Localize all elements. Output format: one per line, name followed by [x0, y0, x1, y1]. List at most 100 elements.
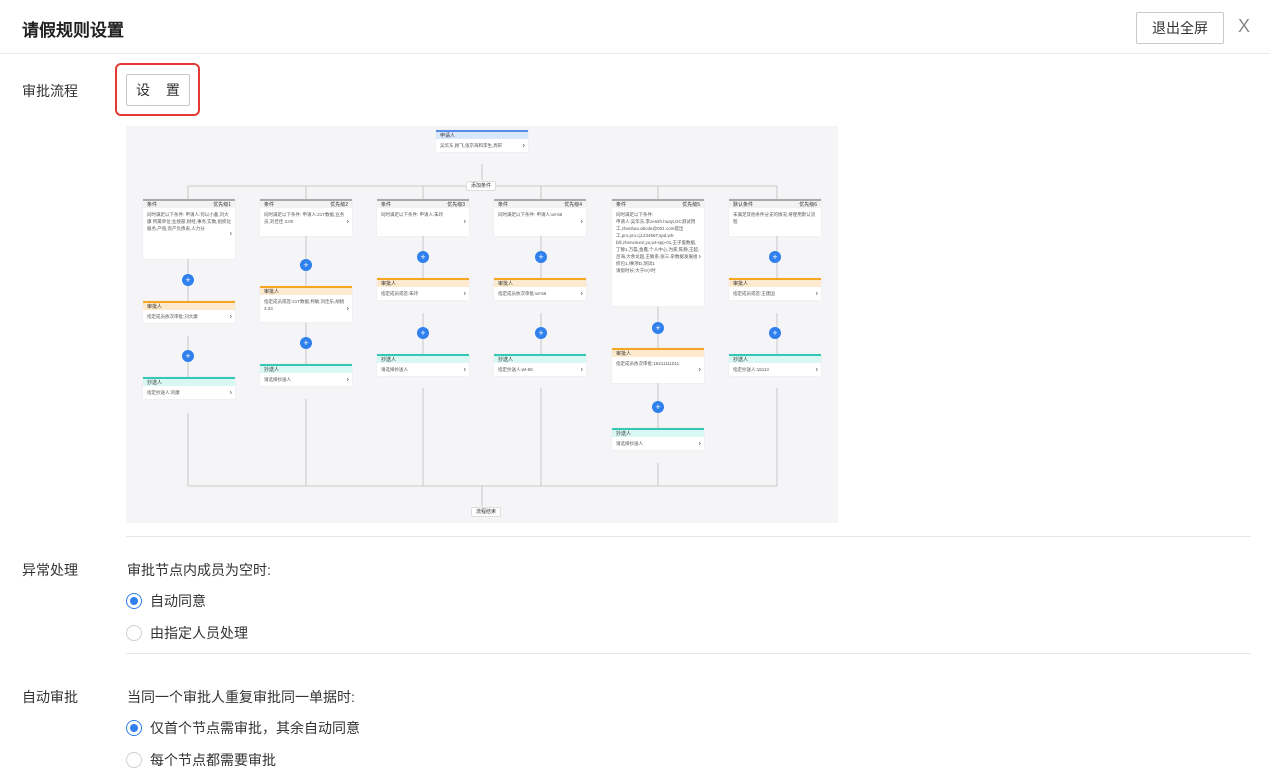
cc-head: 抄送人: [729, 354, 821, 363]
chevron-right-icon: ›: [229, 230, 232, 237]
chevron-right-icon: ›: [346, 218, 349, 226]
condition-head: 条件: [498, 202, 509, 208]
radio-unchecked-icon[interactable]: [126, 752, 142, 768]
cc-head: 抄送人: [494, 354, 586, 363]
chevron-right-icon: ›: [698, 440, 701, 447]
radio-checked-icon[interactable]: [126, 720, 142, 736]
cc-node-4[interactable]: 抄送人 指定抄送人:wt-56 ›: [494, 354, 586, 376]
approver-head: 审批人: [494, 278, 586, 287]
add-node-plus-icon[interactable]: +: [769, 251, 781, 263]
condition-node-1[interactable]: 条件 优先级1 同时满足以下条件: 申请人:何以小童,刘大康 所属单位:业绩部,财…: [143, 199, 235, 259]
chevron-right-icon: ›: [463, 366, 466, 373]
add-node-plus-icon[interactable]: +: [535, 327, 547, 339]
radio-label: 每个节点都需要审批: [150, 752, 276, 768]
section-divider: [126, 536, 1251, 537]
condition-body: 同时满足以下条件: 申请人:朱玲: [381, 212, 444, 217]
add-node-plus-icon[interactable]: +: [300, 337, 312, 349]
priority-label: 优先级4: [564, 202, 582, 208]
page-title: 请假规则设置: [22, 21, 124, 40]
approver-body: 指定成员依次审批:刘大康: [147, 314, 198, 319]
condition-node-6[interactable]: 默认条件 优先级6 未满足其他条件分支的情况,将使用默认流程: [729, 199, 821, 236]
add-node-plus-icon[interactable]: +: [769, 327, 781, 339]
radio-designated-handler[interactable]: 由指定人员处理: [126, 623, 248, 643]
radio-label: 自动同意: [150, 593, 206, 609]
starter-node[interactable]: 申请人 吴华东,顾飞,张京海和李生,周轩 ›: [436, 130, 528, 152]
priority-label: 优先级2: [330, 202, 348, 208]
add-condition-button[interactable]: 添加条件: [466, 181, 497, 191]
radio-label: 仅首个节点需审批，其余自动同意: [150, 720, 360, 736]
radio-checked-icon[interactable]: [126, 593, 142, 609]
add-node-plus-icon[interactable]: +: [652, 322, 664, 334]
condition-body: 未满足其他条件分支的情况,将使用默认流程: [733, 212, 816, 224]
chevron-right-icon: ›: [346, 376, 349, 383]
approver-body: 指定成员依次审批:15211111011: [616, 361, 680, 366]
chevron-right-icon: ›: [580, 290, 583, 297]
approver-head: 审批人: [729, 278, 821, 287]
radio-first-node-only[interactable]: 仅首个节点需审批，其余自动同意: [126, 718, 360, 738]
priority-label: 优先级1: [213, 202, 231, 208]
cc-body: 指定抄送人:刘康: [147, 390, 180, 395]
radio-unchecked-icon[interactable]: [126, 625, 142, 641]
cc-body: 请选择抄送人: [264, 377, 291, 382]
approver-node-4[interactable]: 审批人 指定成员依次审批:wt-56 ›: [494, 278, 586, 300]
approver-head: 审批人: [612, 348, 704, 357]
approver-body: 指定成员或签:王建国: [733, 291, 775, 296]
add-node-plus-icon[interactable]: +: [182, 274, 194, 286]
flow-diagram: 申请人 吴华东,顾飞,张京海和李生,周轩 › 添加条件 条件 优先级1 同时满足以下…: [126, 126, 838, 523]
cc-node-6[interactable]: 抄送人 指定抄送人:15113 ›: [729, 354, 821, 376]
cc-node-5[interactable]: 抄送人 请选择抄送人 ›: [612, 428, 704, 450]
auto-approval-question: 当同一个审批人重复审批同一单据时:: [127, 689, 355, 705]
chevron-right-icon: ›: [463, 290, 466, 297]
chevron-right-icon: ›: [346, 305, 349, 312]
approver-node-5[interactable]: 审批人 指定成员依次审批:15211111011 ›: [612, 348, 704, 383]
chevron-right-icon: ›: [580, 366, 583, 373]
approver-node-6[interactable]: 审批人 指定成员或签:王建国 ›: [729, 278, 821, 300]
auto-approval-label: 自动审批: [22, 689, 78, 705]
approver-body: 指定成员或签:朱玲: [381, 291, 419, 296]
radio-every-node[interactable]: 每个节点都需要审批: [126, 750, 276, 770]
starter-body: 吴华东,顾飞,张京海和李生,周轩: [440, 143, 503, 148]
priority-label: 优先级5: [682, 202, 700, 208]
approver-node-1[interactable]: 审批人 指定成员依次审批:刘大康 ›: [143, 301, 235, 323]
approver-node-3[interactable]: 审批人 指定成员或签:朱玲 ›: [377, 278, 469, 300]
cc-node-2[interactable]: 抄送人 请选择抄送人 ›: [260, 364, 352, 386]
condition-body: 同时满足以下条件: 申请人:何以小童,刘大康 所属单位:业绩部,财经,事务,实数…: [147, 212, 231, 231]
page-header: 请假规则设置 退出全屏 X: [0, 0, 1270, 54]
add-node-plus-icon[interactable]: +: [300, 259, 312, 271]
cc-body: 指定抄送人:15113: [733, 367, 769, 372]
cc-head: 抄送人: [377, 354, 469, 363]
condition-node-4[interactable]: 条件 优先级4 同时满足以下条件: 申请人:wt-56 ›: [494, 199, 586, 236]
condition-head: 条件: [147, 202, 158, 208]
starter-head: 申请人: [436, 130, 528, 139]
chevron-right-icon: ›: [815, 366, 818, 373]
radio-label: 由指定人员处理: [150, 625, 248, 641]
add-node-plus-icon[interactable]: +: [535, 251, 547, 263]
cc-node-1[interactable]: 抄送人 指定抄送人:刘康 ›: [143, 377, 235, 399]
set-flow-button[interactable]: 设 置: [126, 74, 190, 106]
approver-head: 审批人: [377, 278, 469, 287]
close-icon[interactable]: X: [1238, 16, 1250, 37]
chevron-right-icon: ›: [229, 313, 232, 320]
exception-question: 审批节点内成员为空时:: [127, 562, 271, 578]
condition-node-2[interactable]: 条件 优先级2 同时满足以下条件: 申请人:21T数据,业务员,刘佳佳 3.00 ›: [260, 199, 352, 236]
approver-body: 指定成员依次审批:wt-56: [498, 291, 547, 296]
radio-auto-agree[interactable]: 自动同意: [126, 591, 206, 611]
add-node-plus-icon[interactable]: +: [417, 327, 429, 339]
flow-end-label: 流程结束: [471, 507, 502, 517]
approver-node-2[interactable]: 审批人 指定成员或签:21T数据,柯敏,刘佳乐,胡桃3.33 ›: [260, 286, 352, 322]
cc-body: 指定抄送人:wt-56: [498, 367, 533, 372]
approver-body: 指定成员或签:21T数据,柯敏,刘佳乐,胡桃3.33: [264, 299, 345, 311]
cc-node-3[interactable]: 抄送人 请选择抄送人 ›: [377, 354, 469, 376]
add-node-plus-icon[interactable]: +: [417, 251, 429, 263]
condition-body: 同时满足以下条件: 申请人:吴华东,李zenith.huayi,DC测试用工,z…: [616, 212, 700, 273]
condition-body: 同时满足以下条件: 申请人:21T数据,业务员,刘佳佳 3.00: [264, 212, 345, 224]
condition-node-3[interactable]: 条件 优先级3 同时满足以下条件: 申请人:朱玲 ›: [377, 199, 469, 236]
condition-head: 条件: [616, 202, 627, 208]
condition-head: 条件: [381, 202, 392, 208]
add-node-plus-icon[interactable]: +: [652, 401, 664, 413]
priority-label: 优先级3: [447, 202, 465, 208]
exit-fullscreen-button[interactable]: 退出全屏: [1136, 12, 1224, 44]
section-divider: [126, 653, 1251, 654]
add-node-plus-icon[interactable]: +: [182, 350, 194, 362]
condition-node-5[interactable]: 条件 优先级5 同时满足以下条件: 申请人:吴华东,李zenith.huayi,D…: [612, 199, 704, 306]
